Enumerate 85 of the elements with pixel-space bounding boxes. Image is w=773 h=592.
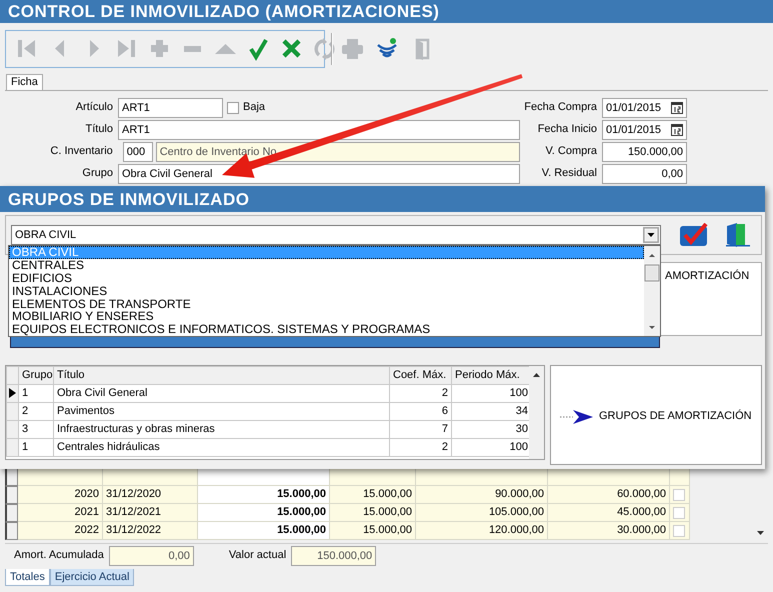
- text-field[interactable]: ART1: [118, 120, 520, 140]
- table-cell: 31/12/2020: [103, 486, 198, 504]
- column-header[interactable]: Título: [54, 366, 390, 384]
- window-title: CONTROL DE INMOVILIZADO (AMORTIZACIONES): [0, 0, 773, 23]
- table-cell: 3: [18, 420, 54, 438]
- table-cell: 7: [390, 420, 452, 438]
- row-header[interactable]: [5, 504, 18, 522]
- table-cell: 120.000,00: [416, 522, 548, 540]
- table-cell: 15.000,00: [330, 486, 416, 504]
- table-cell: Pavimentos: [54, 402, 390, 420]
- checkbox-label: Baja: [243, 101, 266, 115]
- table-cell: 15.000,00: [198, 504, 330, 522]
- checkbox[interactable]: [227, 102, 239, 114]
- dropdown-option[interactable]: ELEMENTOS DE TRANSPORTE: [9, 298, 644, 310]
- text-field[interactable]: 000: [122, 142, 153, 162]
- column-header[interactable]: Periodo Máx.: [452, 366, 532, 384]
- table-cell: 31/12/2021: [103, 504, 198, 522]
- field-label: Valor actual: [228, 549, 286, 563]
- checkbox[interactable]: [673, 488, 685, 500]
- table-cell: 2020: [18, 486, 103, 504]
- field-label: Fecha Compra: [523, 101, 598, 115]
- dropdown-option[interactable]: EDIFICIOS: [9, 272, 644, 285]
- table-cell: 15.000,00: [198, 486, 330, 504]
- text-field[interactable]: Obra Civil General: [118, 164, 520, 184]
- column-header[interactable]: Coef. Máx.: [390, 366, 452, 384]
- table-cell: 90.000,00: [416, 486, 548, 504]
- field-label: V. Residual: [540, 167, 598, 181]
- column-header[interactable]: Grupo: [18, 366, 54, 384]
- door-icon[interactable]: [723, 222, 751, 248]
- table-cell: 2021: [18, 504, 103, 522]
- tab[interactable]: Totales: [5, 569, 50, 586]
- table-cell: 31/12/2022: [103, 522, 198, 540]
- tree-item[interactable]: GRUPOS DE AMORTIZACIÓN: [599, 410, 752, 424]
- dropdown-option[interactable]: CENTRALES: [9, 258, 644, 272]
- dropdown-field[interactable]: OBRA CIVIL: [11, 225, 661, 245]
- table-cell: 2: [390, 438, 452, 456]
- text-field[interactable]: 01/01/2015: [602, 120, 687, 140]
- table-cell: 6: [390, 402, 452, 420]
- field-label: V. Compra: [544, 145, 598, 159]
- table-cell: 2022: [18, 522, 103, 540]
- field-label: Fecha Inicio: [536, 123, 598, 137]
- row-header[interactable]: [5, 468, 18, 486]
- table-cell: 105.000,00: [416, 504, 548, 522]
- row-header[interactable]: [5, 522, 18, 540]
- table-cell: 2: [390, 384, 452, 402]
- dropdown-option[interactable]: EQUIPOS ELECTRONICOS E INFORMATICOS. SISTEMAS Y PROGRAMAS: [9, 323, 644, 336]
- checkbox-icon[interactable]: [679, 223, 709, 247]
- text-field[interactable]: 0,00: [602, 164, 687, 184]
- table-cell: Infraestructuras y obras mineras: [54, 420, 390, 438]
- tree-label: AMORTIZACIÓN: [665, 270, 750, 282]
- field-label: Título: [84, 123, 114, 137]
- field-label: Artículo: [74, 101, 114, 115]
- calendar-icon[interactable]: [671, 102, 683, 114]
- text-field[interactable]: 01/01/2015: [602, 98, 687, 118]
- tab[interactable]: Ejercicio Actual: [50, 569, 134, 586]
- table-cell: 15.000,00: [198, 522, 330, 540]
- checkbox[interactable]: [673, 506, 685, 518]
- row-header[interactable]: [5, 486, 18, 504]
- tab[interactable]: Ficha: [6, 74, 43, 90]
- dropdown-list[interactable]: OBRA CIVIL CENTRALES EDIFICIOS INSTALACIONES ELEMENTOS DE TRANSPORTE MOBILIARIO Y ENSERES EQUIPOS ELECTRONICOS E INFORMATICOS. SISTEMAS Y PROGRAMAS: [8, 245, 661, 337]
- text-field[interactable]: 150.000,00: [602, 142, 687, 162]
- table-cell: 60.000,00: [548, 486, 670, 504]
- arrow-icon: [559, 409, 595, 425]
- table-cell: 1: [18, 384, 54, 402]
- table-cell: 15.000,00: [330, 504, 416, 522]
- field-label: C. Inventario: [49, 145, 114, 159]
- table-cell: 2: [18, 402, 54, 420]
- field-label: Amort. Acumulada: [14, 549, 104, 563]
- row-pointer-icon: [7, 386, 17, 400]
- table-cell: Centrales hidráulicas: [54, 438, 390, 456]
- table-cell: Obra Civil General: [54, 384, 390, 402]
- field-label: Grupo: [81, 167, 114, 181]
- table-cell: 15.000,00: [330, 522, 416, 540]
- text-field[interactable]: ART1: [118, 98, 223, 118]
- dropdown-value: OBRA CIVIL: [15, 228, 76, 243]
- table-cell: 45.000,00: [548, 504, 670, 522]
- calendar-icon[interactable]: [671, 124, 683, 136]
- checkbox[interactable]: [673, 524, 685, 536]
- dialog-title: GRUPOS DE INMOVILIZADO: [0, 186, 765, 212]
- table-cell: 30.000,00: [548, 522, 670, 540]
- row-header[interactable]: [6, 384, 18, 402]
- dropdown-option[interactable]: INSTALACIONES: [9, 284, 644, 298]
- dropdown-arrow-icon[interactable]: [643, 227, 659, 243]
- table-cell: 1: [18, 438, 54, 456]
- dropdown-option[interactable]: MOBILIARIO Y ENSERES: [9, 310, 644, 324]
